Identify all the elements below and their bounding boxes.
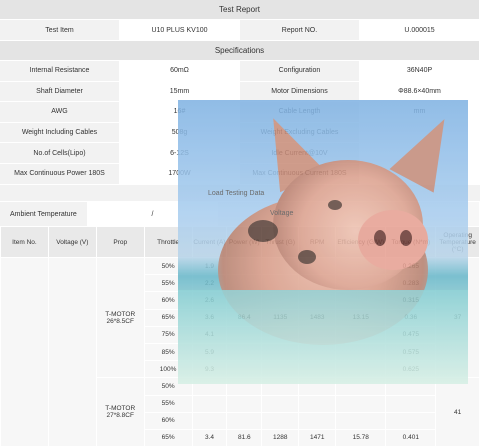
pig-spot bbox=[328, 200, 342, 210]
table-cell bbox=[226, 394, 263, 413]
perf-header-cell: Item No. bbox=[0, 226, 49, 258]
water bbox=[178, 290, 468, 384]
table-cell bbox=[335, 394, 387, 413]
prop-cell: T-MOTOR 26*8.5CF bbox=[95, 256, 145, 379]
prop-cell: T-MOTOR 27*8.8CF bbox=[95, 377, 145, 447]
table-cell bbox=[226, 411, 263, 430]
table-cell: 81.6 bbox=[226, 428, 263, 447]
specifications-title: Specifications bbox=[0, 41, 480, 60]
table-cell bbox=[385, 411, 437, 430]
perf-header-cell: Prop bbox=[95, 226, 145, 258]
pig-photo-overlay: Load Testing Data Voltage bbox=[178, 100, 468, 384]
test-item-label: Test Item bbox=[0, 20, 120, 40]
table-cell: 3.4 bbox=[191, 428, 228, 447]
report-title-bar: Test Report bbox=[0, 0, 480, 20]
table-cell bbox=[261, 411, 300, 430]
spec-label: Internal Resistance bbox=[0, 61, 120, 81]
table-cell: 1288 bbox=[261, 428, 300, 447]
table-cell: 0.401 bbox=[385, 428, 437, 447]
table-cell: 65% bbox=[143, 428, 193, 447]
pig-nostril bbox=[374, 230, 386, 246]
temperature-cell: 41 bbox=[435, 377, 480, 447]
spec-label: Motor Dimensions bbox=[240, 81, 360, 102]
table-cell: 55% bbox=[143, 394, 193, 413]
table-cell: 1471 bbox=[298, 428, 337, 447]
table-cell: 60% bbox=[143, 411, 193, 430]
table-cell bbox=[261, 394, 300, 413]
ambient-label: Ambient Temperature bbox=[0, 202, 88, 226]
specifications-title-bar: Specifications bbox=[0, 41, 480, 61]
spec-value: Φ88.6×40mm bbox=[360, 81, 480, 102]
table-cell bbox=[335, 411, 387, 430]
voltage-overlay-label: Voltage bbox=[270, 210, 294, 217]
spec-label: Max Continuous Power 180S bbox=[0, 164, 120, 184]
test-item-value: U10 PLUS KV100 bbox=[120, 20, 240, 40]
spec-label: Shaft Diameter bbox=[0, 81, 120, 102]
voltage-cell bbox=[47, 256, 97, 447]
spec-label: No.of Cells(Lipo) bbox=[0, 143, 120, 163]
test-item-row: Test Item U10 PLUS KV100 Report NO. U.00… bbox=[0, 20, 480, 41]
spec-label: Weight Including Cables bbox=[0, 122, 120, 143]
spec-value: 15mm bbox=[120, 81, 240, 102]
spec-value: 36N40P bbox=[360, 61, 480, 81]
perf-header-cell: Voltage (V) bbox=[47, 226, 97, 258]
spec-value: 60mΩ bbox=[120, 61, 240, 81]
table-cell: 15.78 bbox=[335, 428, 387, 447]
table-cell bbox=[191, 411, 228, 430]
table-cell bbox=[191, 394, 228, 413]
spec-row: Internal Resistance 60mΩ Configuration 36N4… bbox=[0, 61, 480, 82]
spec-label: AWG bbox=[0, 102, 120, 122]
pig-spot bbox=[298, 250, 316, 264]
report-title: Test Report bbox=[0, 0, 480, 19]
pig-nostril bbox=[400, 230, 412, 246]
pig-snout bbox=[358, 210, 428, 270]
table-cell bbox=[298, 411, 337, 430]
report-no-label: Report NO. bbox=[240, 20, 360, 40]
table-cell bbox=[385, 394, 437, 413]
pig-spot bbox=[248, 220, 278, 242]
report-no-value: U.000015 bbox=[360, 20, 480, 40]
load-testing-label: Load Testing Data bbox=[208, 190, 265, 197]
table-cell bbox=[298, 394, 337, 413]
item-no-cell bbox=[0, 256, 49, 447]
spec-label: Configuration bbox=[240, 61, 360, 81]
